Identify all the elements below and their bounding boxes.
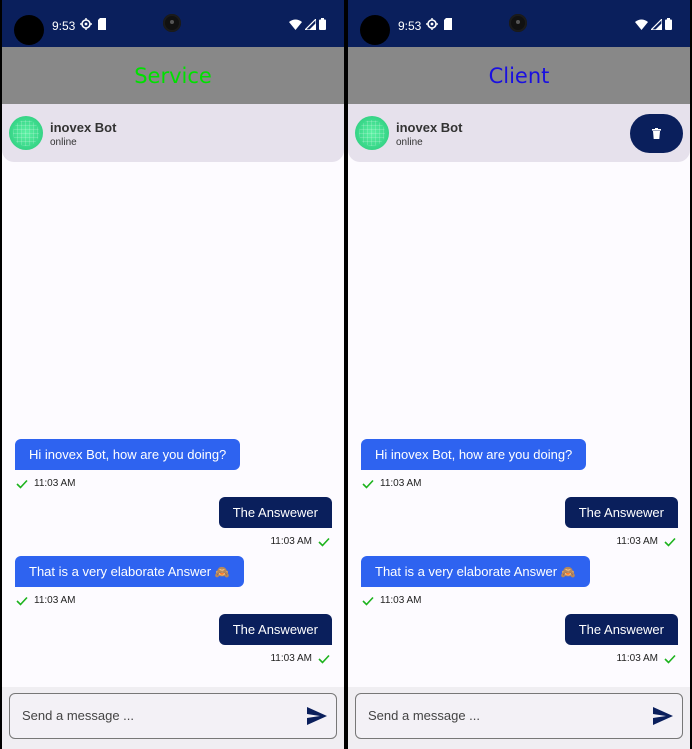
message-text: That is a very elaborate Answer bbox=[29, 564, 212, 579]
message-text: That is a very elaborate Answer bbox=[375, 564, 558, 579]
camera-cutout bbox=[360, 15, 390, 45]
app-title: Client bbox=[488, 64, 550, 88]
status-bar: 9:53 bbox=[348, 0, 690, 47]
send-icon[interactable] bbox=[652, 706, 674, 726]
wifi-icon bbox=[289, 19, 302, 30]
status-bar: 9:53 bbox=[2, 0, 344, 47]
message-text: The Answewer bbox=[578, 505, 664, 520]
check-icon bbox=[16, 596, 28, 606]
sd-card-icon bbox=[444, 18, 452, 30]
message-input[interactable]: Send a message ... bbox=[355, 693, 683, 739]
outgoing-message: The Answewer bbox=[564, 497, 678, 528]
message-input-placeholder: Send a message ... bbox=[368, 708, 481, 723]
sd-card-icon bbox=[98, 18, 106, 30]
message-time: 11:03 AM bbox=[616, 653, 658, 664]
check-icon bbox=[318, 537, 330, 547]
incoming-message: Hi inovex Bot, how are you doing? bbox=[15, 439, 241, 470]
delete-chat-button[interactable] bbox=[630, 114, 683, 153]
message-time: 11:03 AM bbox=[34, 478, 76, 489]
app-title: Service bbox=[134, 64, 212, 88]
contact-status: online bbox=[50, 137, 77, 148]
message-meta: 11:03 AM bbox=[270, 653, 330, 664]
avatar bbox=[355, 116, 389, 150]
battery-icon bbox=[319, 18, 326, 30]
check-icon bbox=[664, 537, 676, 547]
check-icon bbox=[362, 596, 374, 606]
message-text: The Answewer bbox=[232, 505, 318, 520]
contact-name: inovex Bot bbox=[50, 120, 117, 135]
check-icon bbox=[664, 654, 676, 664]
message-meta: 11:03 AM bbox=[616, 536, 676, 547]
message-text: Hi inovex Bot, how are you doing? bbox=[29, 447, 227, 462]
check-icon bbox=[318, 654, 330, 664]
message-meta: 11:03 AM bbox=[362, 478, 422, 489]
cell-signal-icon bbox=[305, 18, 316, 30]
incoming-message: Hi inovex Bot, how are you doing? bbox=[361, 439, 587, 470]
settings-gear-icon bbox=[80, 18, 92, 30]
message-text: The Answewer bbox=[232, 622, 318, 637]
app-bar: Service bbox=[2, 47, 344, 104]
message-time: 11:03 AM bbox=[616, 536, 658, 547]
message-input-placeholder: Send a message ... bbox=[22, 708, 135, 723]
message-time: 11:03 AM bbox=[270, 653, 312, 664]
message-meta: 11:03 AM bbox=[616, 653, 676, 664]
avatar bbox=[9, 116, 43, 150]
app-bar: Client bbox=[348, 47, 690, 104]
settings-gear-icon bbox=[426, 18, 438, 30]
cell-signal-icon bbox=[651, 18, 662, 30]
trash-icon bbox=[652, 128, 661, 139]
composer: Send a message ... bbox=[2, 687, 344, 749]
message-input[interactable]: Send a message ... bbox=[9, 693, 337, 739]
outgoing-message: The Answewer bbox=[218, 614, 332, 645]
monkey-emoji: 🙈 bbox=[214, 565, 230, 579]
message-time: 11:03 AM bbox=[34, 595, 76, 606]
message-meta: 11:03 AM bbox=[362, 595, 422, 606]
contact-name: inovex Bot bbox=[396, 120, 463, 135]
incoming-message: That is a very elaborate Answer 🙈 bbox=[15, 556, 244, 587]
status-time: 9:53 bbox=[398, 19, 422, 33]
chat-header: inovex Bot online bbox=[2, 104, 344, 162]
front-camera bbox=[163, 14, 181, 32]
incoming-message: That is a very elaborate Answer 🙈 bbox=[361, 556, 590, 587]
camera-cutout bbox=[14, 15, 44, 45]
client-phone: 9:53 Client inovex Bot online Hi inovex … bbox=[348, 0, 690, 749]
outgoing-message: The Answewer bbox=[564, 614, 678, 645]
chat-header: inovex Bot online bbox=[348, 104, 690, 162]
send-icon[interactable] bbox=[306, 706, 328, 726]
message-meta: 11:03 AM bbox=[16, 595, 76, 606]
monkey-emoji: 🙈 bbox=[560, 565, 576, 579]
message-meta: 11:03 AM bbox=[270, 536, 330, 547]
composer: Send a message ... bbox=[348, 687, 690, 749]
message-time: 11:03 AM bbox=[380, 478, 422, 489]
check-icon bbox=[16, 479, 28, 489]
message-time: 11:03 AM bbox=[270, 536, 312, 547]
message-text: The Answewer bbox=[578, 622, 664, 637]
front-camera bbox=[509, 14, 527, 32]
contact-status: online bbox=[396, 137, 423, 148]
message-time: 11:03 AM bbox=[380, 595, 422, 606]
status-time: 9:53 bbox=[52, 19, 76, 33]
outgoing-message: The Answewer bbox=[218, 497, 332, 528]
check-icon bbox=[362, 479, 374, 489]
message-meta: 11:03 AM bbox=[16, 478, 76, 489]
service-phone: 9:53 Service inovex Bot online Hi inovex… bbox=[2, 0, 344, 749]
wifi-icon bbox=[635, 19, 648, 30]
battery-icon bbox=[665, 18, 672, 30]
message-text: Hi inovex Bot, how are you doing? bbox=[375, 447, 573, 462]
